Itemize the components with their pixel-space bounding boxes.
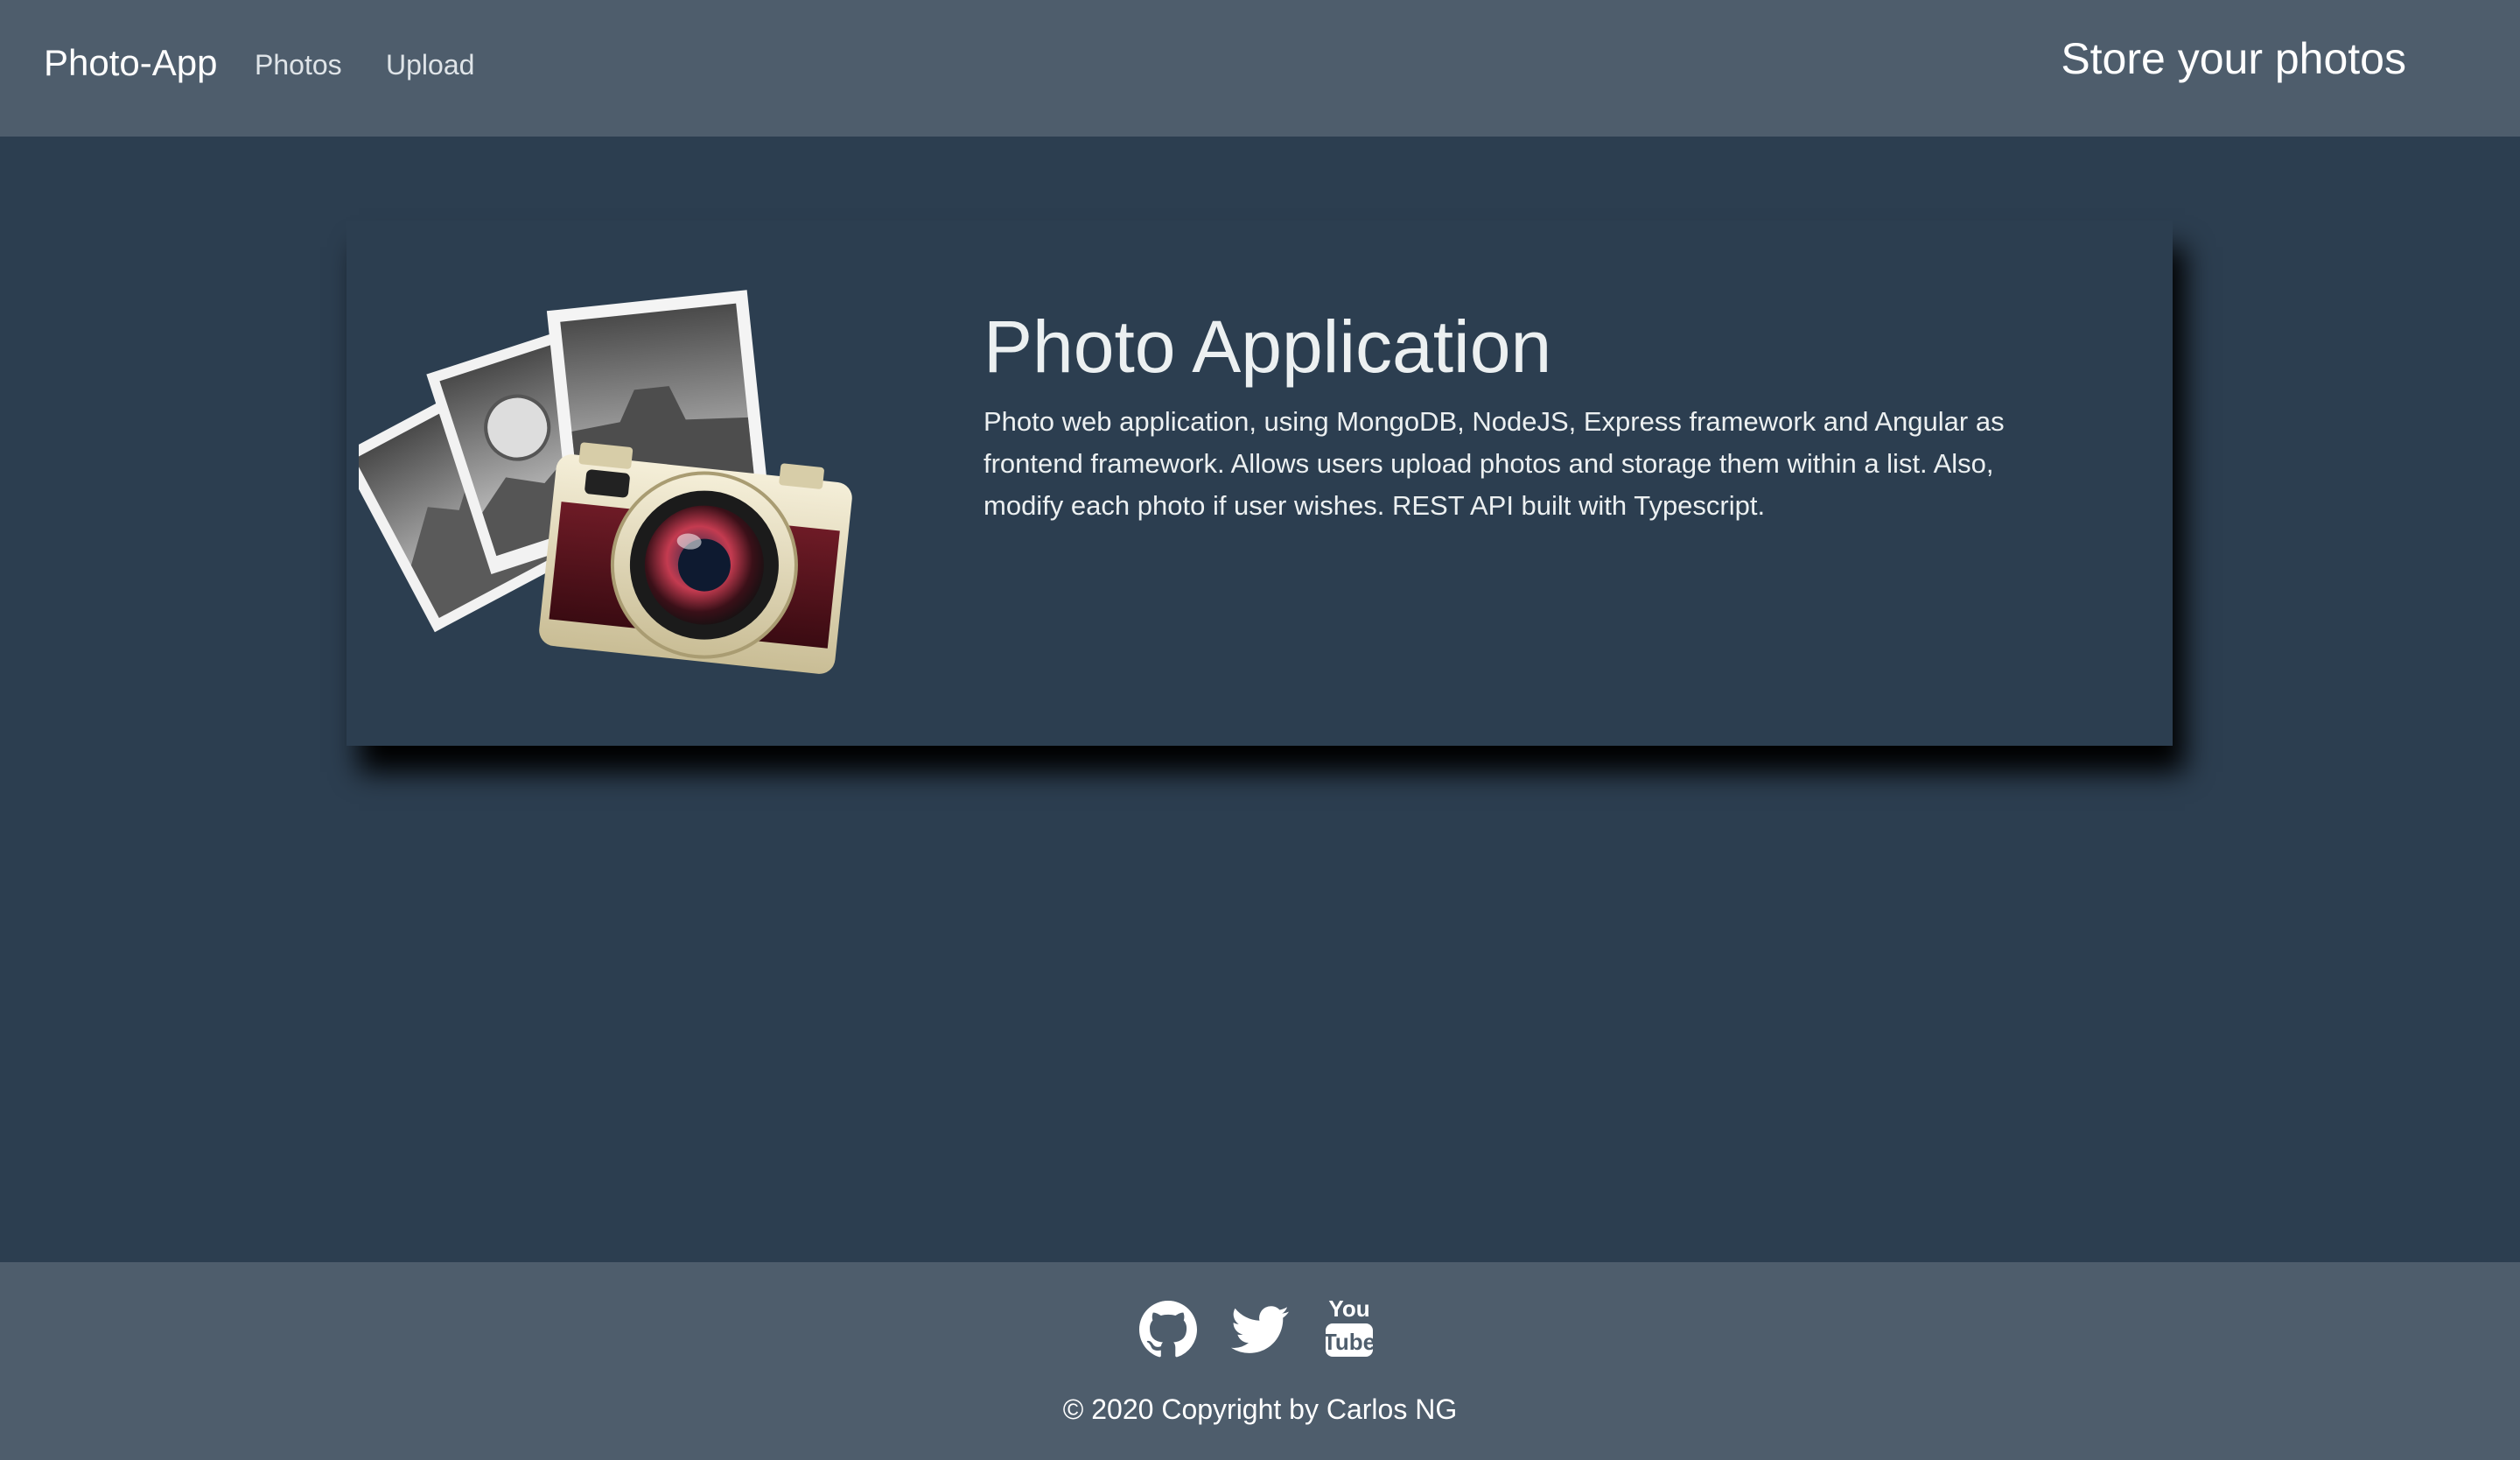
youtube-tube-text: Tube	[1324, 1329, 1375, 1355]
intro-card: Photo Application Photo web application,…	[346, 221, 2173, 746]
footer: You Tube © 2020 Copyright by Carlos NG	[0, 1262, 2520, 1460]
copyright-text: © 2020 Copyright by Carlos NG	[1062, 1393, 1458, 1425]
camera-photos-illustration	[359, 290, 852, 674]
header-tagline: Store your photos	[2061, 34, 2406, 83]
github-icon[interactable]	[1139, 1301, 1197, 1358]
brand-link[interactable]: Photo-App	[44, 42, 217, 84]
youtube-icon[interactable]: You Tube	[1324, 1295, 1375, 1358]
navbar: Photo-App Photos Upload Store your photo…	[0, 0, 2520, 137]
card-title: Photo Application	[984, 305, 1552, 388]
twitter-icon[interactable]	[1231, 1301, 1289, 1358]
nav-link-photos[interactable]: Photos	[255, 49, 342, 81]
card-description: Photo web application, using MongoDB, No…	[984, 406, 2005, 521]
nav-link-upload[interactable]: Upload	[386, 49, 474, 81]
youtube-you-text: You	[1328, 1295, 1369, 1322]
